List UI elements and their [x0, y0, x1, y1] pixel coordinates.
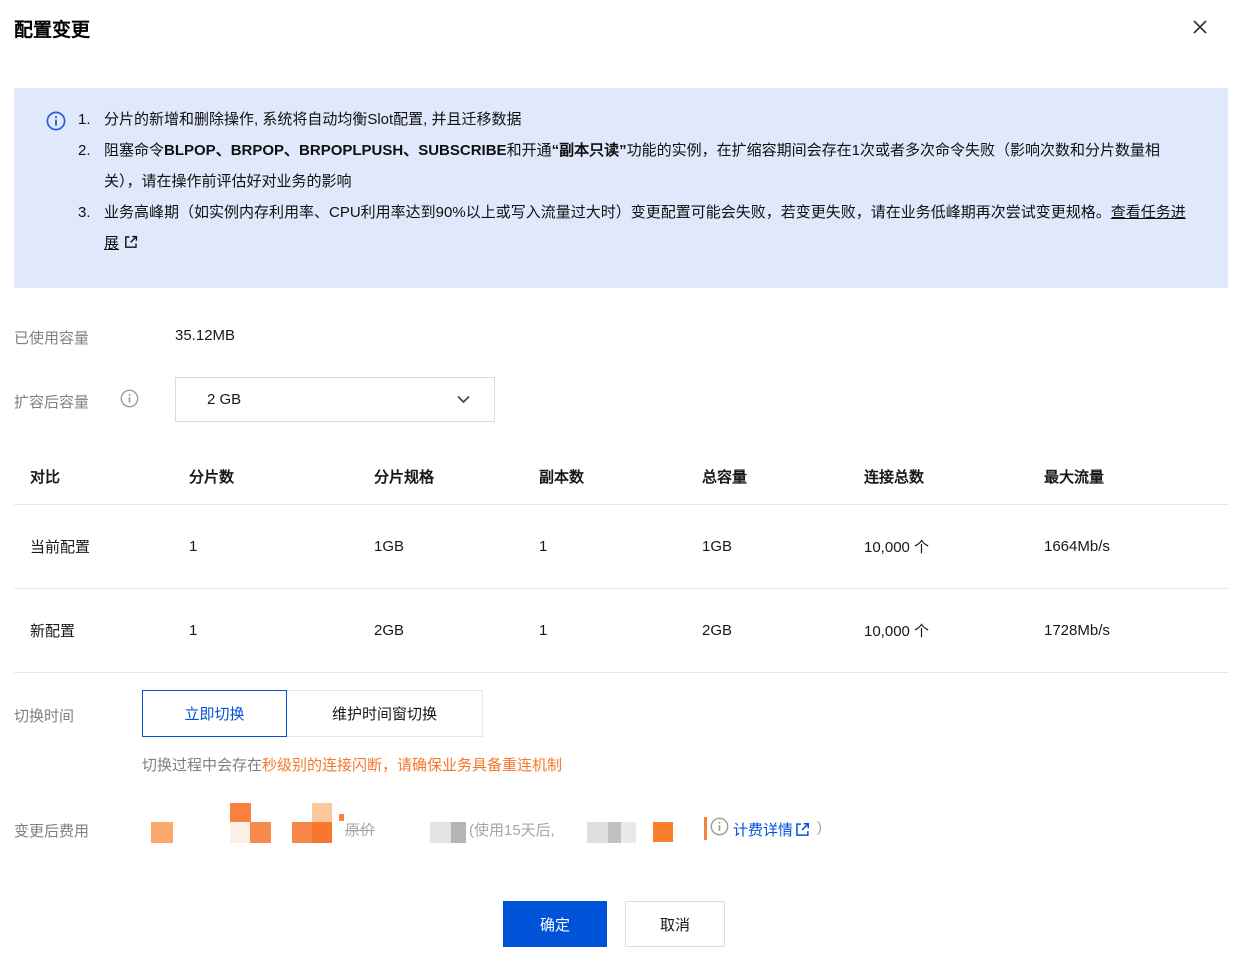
tab-switch-maintenance-window[interactable]: 维护时间窗切换: [286, 690, 483, 737]
notice-number: 1.: [78, 111, 91, 128]
redacted-price-block: [312, 803, 332, 822]
col-header-replicas: 副本数: [539, 468, 585, 486]
original-price-label: 原价: [345, 822, 376, 839]
switch-time-tabs: 立即切换 维护时间窗切换: [142, 690, 483, 737]
cell-replicas: 1: [539, 622, 548, 639]
notice-item-1: 1. 分片的新增和删除操作, 系统将自动均衡Slot配置, 并且迁移数据: [78, 104, 1188, 135]
redacted-text-block: [608, 822, 621, 843]
redacted-price-block: [653, 822, 673, 842]
close-icon: [1192, 19, 1208, 38]
chevron-down-icon: [457, 391, 470, 409]
cell-max-connections: 10,000 个: [864, 539, 930, 556]
cell-total-capacity: 1GB: [702, 538, 733, 555]
external-link-icon[interactable]: [124, 229, 138, 260]
redacted-price-block: [230, 822, 250, 843]
cell-shards: 1: [189, 622, 198, 639]
used-capacity-label: 已使用容量: [14, 330, 90, 347]
billing-info-icon[interactable]: [710, 817, 729, 841]
notice-text-segment: 和开通: [506, 142, 552, 159]
col-header-compare: 对比: [30, 468, 61, 486]
table-row-new-config: 新配置 1 2GB 1 2GB 10,000 个 1728Mb/s: [14, 589, 1228, 673]
col-header-max-bandwidth: 最大流量: [1044, 468, 1105, 486]
redacted-price-block: [312, 822, 332, 843]
redacted-price-block: [151, 822, 173, 843]
cell-max-bandwidth: 1728Mb/s: [1044, 622, 1110, 639]
info-circle-icon: [46, 111, 66, 288]
capacity-select[interactable]: 2 GB: [175, 377, 495, 422]
redacted-text-block: [430, 822, 451, 843]
cancel-button[interactable]: 取消: [625, 901, 725, 947]
notice-text-segment: 业务高峰期（如实例内存利用率、CPU利用率达到90%以上或写入流量过大时）变更配…: [104, 204, 1111, 221]
comparison-table: 对比 分片数 分片规格 副本数 总容量 连接总数 最大流量 当前配置 1 1GB…: [14, 448, 1228, 673]
col-header-shard-spec: 分片规格: [374, 468, 435, 486]
info-tooltip-icon[interactable]: [120, 389, 139, 413]
table-header-row: 对比 分片数 分片规格 副本数 总容量 连接总数 最大流量: [14, 448, 1228, 505]
redacted-price-block: [704, 817, 707, 840]
external-link-icon[interactable]: [795, 822, 810, 842]
redacted-price-block: [292, 822, 312, 843]
cell-total-capacity: 2GB: [702, 622, 733, 639]
expand-capacity-label: 扩容后容量: [14, 394, 90, 411]
notice-number: 3.: [78, 204, 91, 221]
col-header-total-capacity: 总容量: [702, 468, 748, 486]
redacted-text-block: [451, 822, 466, 843]
notice-item-2: 2. 阻塞命令BLPOP、BRPOP、BRPOPLPUSH、SUBSCRIBE和…: [78, 135, 1188, 197]
redacted-price-block: [250, 822, 271, 843]
cell-max-bandwidth: 1664Mb/s: [1044, 538, 1110, 555]
blocking-commands-text: BLPOP、BRPOP、BRPOPLPUSH、SUBSCRIBE: [164, 142, 507, 159]
notice-number: 2.: [78, 142, 91, 159]
notice-text-segment: 阻塞命令: [104, 142, 165, 159]
notice-text: 业务高峰期（如实例内存利用率、CPU利用率达到90%以上或写入流量过大时）变更配…: [104, 197, 1188, 260]
notice-list: 1. 分片的新增和删除操作, 系统将自动均衡Slot配置, 并且迁移数据 2. …: [78, 104, 1188, 288]
cell-row-name: 当前配置: [30, 539, 91, 556]
redacted-text-block: [621, 822, 636, 843]
warning-prefix: 切换过程中会存在: [142, 757, 263, 774]
fee-closing-paren: ): [817, 819, 822, 836]
replica-readonly-text: “副本只读”: [551, 142, 627, 159]
cell-shard-spec: 1GB: [374, 538, 405, 555]
redacted-price-block: [339, 814, 344, 821]
notice-banner: 1. 分片的新增和删除操作, 系统将自动均衡Slot配置, 并且迁移数据 2. …: [14, 88, 1228, 288]
capacity-select-value: 2 GB: [207, 391, 242, 408]
tab-switch-immediately[interactable]: 立即切换: [142, 690, 287, 737]
warning-highlight: 秒级别的连接闪断，请确保业务具备重连机制: [262, 757, 563, 774]
page-title: 配置变更: [14, 20, 91, 41]
switch-time-label: 切换时间: [14, 708, 75, 725]
table-row-current-config: 当前配置 1 1GB 1 1GB 10,000 个 1664Mb/s: [14, 505, 1228, 589]
redacted-price-block: [230, 803, 251, 822]
cell-replicas: 1: [539, 538, 548, 555]
fee-after-days-text: (使用15天后,: [469, 822, 555, 839]
cell-row-name: 新配置: [30, 623, 76, 640]
cell-max-connections: 10,000 个: [864, 623, 930, 640]
used-capacity-value: 35.12MB: [175, 327, 236, 344]
cell-shard-spec: 2GB: [374, 622, 405, 639]
cell-shards: 1: [189, 538, 198, 555]
fee-label: 变更后费用: [14, 823, 90, 840]
notice-item-3: 3. 业务高峰期（如实例内存利用率、CPU利用率达到90%以上或写入流量过大时）…: [78, 197, 1188, 260]
switch-warning-text: 切换过程中会存在秒级别的连接闪断，请确保业务具备重连机制: [142, 754, 562, 775]
notice-text: 分片的新增和删除操作, 系统将自动均衡Slot配置, 并且迁移数据: [104, 111, 522, 128]
redacted-text-block: [587, 822, 608, 843]
close-button[interactable]: [1186, 14, 1214, 42]
notice-text: 阻塞命令BLPOP、BRPOP、BRPOPLPUSH、SUBSCRIBE和开通“…: [104, 135, 1188, 197]
col-header-max-connections: 连接总数: [864, 468, 925, 486]
col-header-shards: 分片数: [189, 468, 235, 486]
confirm-button[interactable]: 确定: [503, 901, 607, 947]
billing-detail-link[interactable]: 计费详情: [733, 819, 793, 840]
